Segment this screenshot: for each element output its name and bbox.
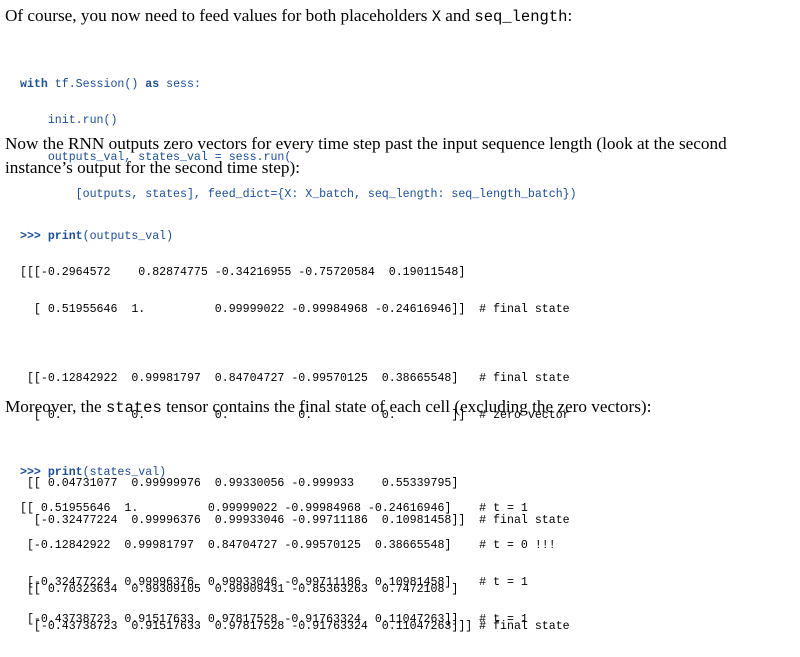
repl-prompt: >>>: [20, 229, 41, 243]
keyword-as: as: [145, 77, 160, 91]
repl-prompt: >>>: [20, 465, 41, 479]
code-line: with tf.Session() as sess:: [20, 77, 800, 91]
function-print: print: [47, 229, 83, 243]
code-line: init.run(): [20, 114, 118, 128]
output-line: [ 0.51955646 1. 0.99999022 -0.99984968 -…: [20, 303, 570, 317]
paragraph-text: :: [567, 6, 573, 25]
output-line: [[-0.12842922 0.99981797 0.84704727 -0.9…: [20, 371, 570, 385]
paragraph-text: Moreover, the: [5, 397, 106, 416]
paragraph-text: Of course, you now need to feed values f…: [5, 6, 432, 25]
inline-code-seq-length: seq_length: [474, 8, 568, 26]
output-line: [[ 0.51955646 1. 0.99999022 -0.99984968 …: [20, 502, 528, 516]
paragraph-line: Now the RNN outputs zero vectors for eve…: [5, 134, 727, 153]
paragraph-text: and: [441, 6, 475, 25]
page: Of course, you now need to feed values f…: [0, 0, 800, 632]
code-text: (outputs_val): [82, 229, 174, 243]
code-line: [outputs, states], feed_dict={X: X_batch…: [20, 188, 577, 202]
code-text: (states_val): [82, 465, 167, 479]
paragraph-states: Moreover, the states tensor contains the…: [5, 395, 795, 420]
code-text: tf.Session(): [47, 77, 146, 91]
function-print: print: [47, 465, 83, 479]
paragraph-intro: Of course, you now need to feed values f…: [5, 4, 795, 29]
output-line: [-0.12842922 0.99981797 0.84704727 -0.99…: [20, 539, 556, 553]
paragraph-line: instance’s output for the second time st…: [5, 158, 300, 177]
code-line-prompt: >>> print(states_val): [20, 465, 800, 479]
output-line: [-0.32477224 0.99996376 0.99933046 -0.99…: [20, 576, 528, 590]
inline-code-states: states: [105, 399, 162, 417]
output-line: [[[-0.2964572 0.82874775 -0.34216955 -0.…: [20, 266, 466, 280]
code-line-prompt: >>> print(outputs_val): [20, 229, 800, 243]
paragraph-zero-vectors: Now the RNN outputs zero vectors for eve…: [5, 132, 795, 180]
paragraph-text: tensor contains the final state of each …: [161, 397, 652, 416]
code-text: sess:: [159, 77, 201, 91]
keyword-with: with: [20, 77, 48, 91]
code-block-states: >>> print(states_val) [[ 0.51955646 1. 0…: [20, 442, 800, 651]
output-line: [-0.43738723 0.91517633 0.97817528 -0.91…: [20, 613, 528, 627]
inline-code-x: X: [431, 8, 441, 26]
